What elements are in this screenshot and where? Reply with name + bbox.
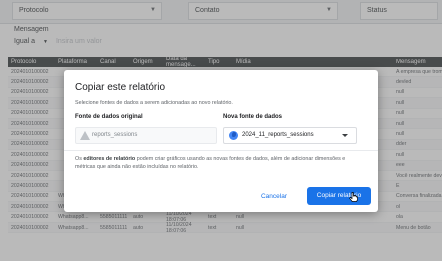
cursor-hand-icon bbox=[349, 192, 358, 202]
dialog-subtitle: Selecione fontes de dados a serem adicio… bbox=[75, 100, 233, 106]
chevron-down-icon bbox=[342, 134, 348, 137]
note-bold: editores de relatório bbox=[83, 156, 136, 162]
copy-report-button[interactable]: Copiar relatório bbox=[307, 187, 371, 205]
dialog-note: Os editores de relatório podem criar grá… bbox=[75, 155, 367, 171]
dialog-title: Copiar este relatório bbox=[75, 82, 166, 93]
divider bbox=[64, 150, 378, 151]
original-source-label: Fonte de dados original bbox=[75, 114, 143, 120]
original-source-field: reports_sessions bbox=[75, 127, 217, 144]
original-source-value: reports_sessions bbox=[92, 132, 138, 138]
new-source-label: Nova fonte de dados bbox=[223, 114, 283, 120]
new-source-value: 2024_11_reports_sessions bbox=[242, 132, 314, 138]
cancel-button[interactable]: Cancelar bbox=[252, 188, 296, 205]
globe-icon bbox=[229, 131, 238, 140]
copy-report-dialog: Copiar este relatório Selecione fontes d… bbox=[64, 70, 378, 212]
new-source-select[interactable]: 2024_11_reports_sessions bbox=[223, 127, 357, 144]
warning-icon bbox=[80, 131, 90, 140]
